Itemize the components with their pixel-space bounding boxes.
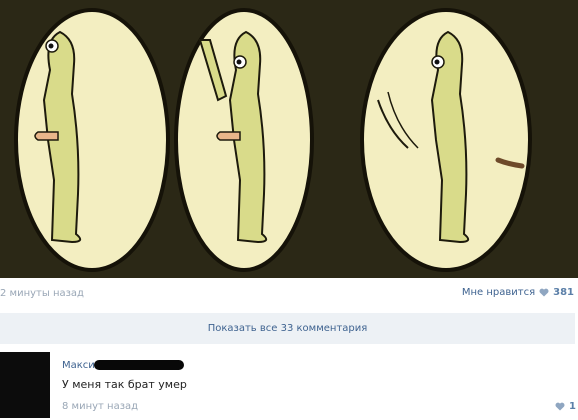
comment-text: У меня так брат умер [62, 378, 187, 391]
heart-icon [539, 288, 549, 297]
comment-like-count: 1 [569, 401, 576, 412]
redaction-bar [94, 360, 185, 370]
post-image[interactable] [0, 0, 578, 278]
post-like-button[interactable]: Мне нравится 381 [462, 287, 574, 298]
comic-panel-1 [14, 8, 170, 272]
comic-illustration [0, 0, 578, 278]
show-all-comments-button[interactable]: Показать все 33 комментария [0, 313, 575, 344]
comic-panel-2 [174, 8, 314, 272]
like-count: 381 [553, 287, 574, 298]
comment-author-row: Максим [62, 358, 185, 372]
heart-icon [555, 402, 565, 411]
post-meta-row: 2 минуты назад Мне нравится 381 [0, 284, 578, 304]
comment-timestamp[interactable]: 8 минут назад [62, 401, 138, 412]
comment-item: Максим У меня так брат умер 8 минут наза… [0, 350, 578, 420]
like-label: Мне нравится [461, 287, 536, 298]
comment-like-button[interactable]: 1 [555, 401, 576, 412]
comic-panel-3 [360, 8, 532, 272]
post-timestamp[interactable]: 2 минуты назад [0, 288, 84, 299]
avatar[interactable] [0, 352, 50, 418]
